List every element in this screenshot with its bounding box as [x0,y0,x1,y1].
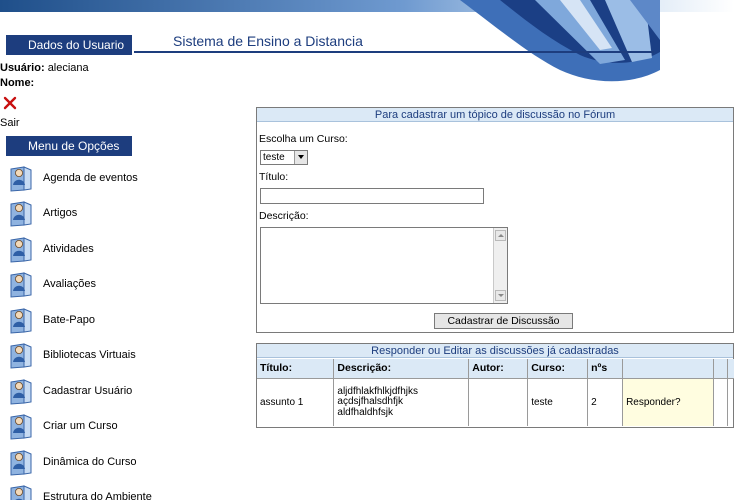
column-header [727,359,734,379]
header-decoration-graphic [460,0,660,82]
user-folder-icon [10,414,32,440]
user-folder-icon [10,449,32,476]
menu-item-bate-papo[interactable]: Bate-Papo [0,302,164,338]
topic-course-cell: teste [527,378,589,426]
user-folder-icon [10,201,32,227]
menu-item-criar-curso[interactable]: Criar um Curso [0,409,164,445]
menu-item-label: Bate-Papo [43,313,95,326]
name-row: Nome: [0,76,160,91]
table-header-row: Título: Descrição: Autor: Curso: nºs [257,359,734,379]
menu-item-cadastrar-usuario[interactable]: Cadastrar Usuário [0,373,164,409]
user-folder-icon [10,378,32,405]
topic-description-cell: aljdfhlakfhlkjdfhjks açdsjfhalsdhfjk ald… [333,378,470,426]
logout-x-icon[interactable] [3,96,17,110]
menu-item-estrutura-ambiente[interactable]: Estrutura do Ambiente [0,480,164,500]
column-header: nºs [587,359,624,379]
scroll-up-icon[interactable] [495,230,506,241]
menu-item-label: Atividades [43,242,94,255]
user-folder-icon [10,485,32,500]
form-panel-title: Para cadastrar um tópico de discussão no… [257,108,733,122]
description-textarea[interactable] [260,227,508,304]
course-label: Escolha um Curso: [259,133,348,145]
reply-link[interactable]: Responder? [622,378,714,426]
description-line: açdsjfhalsdhfjk [337,396,403,407]
description-line: aldfhaldhfsjk [337,406,393,418]
submit-discussion-button[interactable]: Cadastrar de Discussão [434,313,573,329]
empty-cell [713,378,728,426]
menu-item-artigos[interactable]: Artigos [0,196,164,232]
menu-item-dinamica-curso[interactable]: Dinâmica do Curso [0,444,164,480]
options-menu: Agenda de eventos Artigos Atividades Ava… [0,160,164,500]
menu-item-label: Bibliotecas Virtuais [43,349,136,362]
user-folder-icon [10,236,32,263]
user-folder-icon [10,272,32,298]
title-underline [134,51,654,53]
options-menu-header: Menu de Opções [6,136,132,156]
menu-item-label: Dinâmica do Curso [43,455,137,468]
menu-item-avaliacoes[interactable]: Avaliações [0,267,164,303]
user-folder-icon [10,307,32,334]
sidebar: Dados do Usuario Usuário: aleciana Nome:… [0,12,164,500]
menu-item-agenda[interactable]: Agenda de eventos [0,160,164,196]
menu-item-label: Estrutura do Ambiente [43,491,152,500]
empty-cell [727,378,734,426]
discussions-table: Título: Descrição: Autor: Curso: nºs ass… [257,359,734,426]
menu-item-label: Cadastrar Usuário [43,384,133,397]
scroll-down-icon[interactable] [495,290,506,301]
menu-item-label: Avaliações [43,278,96,291]
name-label: Nome: [0,77,35,89]
username-label: Usuário: [0,62,45,74]
menu-item-label: Artigos [43,207,78,220]
topic-count-cell: 2 [587,378,624,426]
username-value: aleciana [47,62,89,74]
logout-link[interactable]: Sair [0,117,20,129]
title-label: Título: [259,171,289,183]
description-label: Descrição: [259,210,309,222]
app-title: Sistema de Ensino a Distancia [173,33,363,49]
column-header: Autor: [468,359,529,379]
menu-item-label: Criar um Curso [43,420,118,433]
topic-title-cell: assunto 1 [257,378,335,426]
topic-author-cell [468,378,529,426]
column-header: Curso: [527,359,589,379]
user-folder-icon [10,343,32,369]
menu-item-bibliotecas[interactable]: Bibliotecas Virtuais [0,338,164,374]
chevron-down-icon[interactable] [294,151,307,164]
column-header: Título: [257,359,335,379]
column-header [713,359,728,379]
course-select[interactable]: teste [260,150,308,165]
forum-topic-form: Para cadastrar um tópico de discussão no… [256,107,734,333]
user-row: Usuário: aleciana [0,61,160,76]
menu-item-atividades[interactable]: Atividades [0,231,164,267]
user-info: Usuário: aleciana Nome: [0,61,160,91]
course-select-value: teste [263,152,285,163]
description-scrollbar[interactable] [493,228,507,303]
title-input[interactable] [260,188,484,204]
menu-item-label: Agenda de eventos [43,171,138,184]
table-row: assunto 1 aljdfhlakfhlkjdfhjks açdsjfhal… [257,378,734,426]
discussions-panel-title: Responder ou Editar as discussões já cad… [257,344,733,358]
column-header: Descrição: [333,359,470,379]
user-folder-icon [10,165,32,192]
user-data-header: Dados do Usuario [6,35,132,55]
column-header [622,359,714,379]
discussions-panel: Responder ou Editar as discussões já cad… [256,343,734,428]
